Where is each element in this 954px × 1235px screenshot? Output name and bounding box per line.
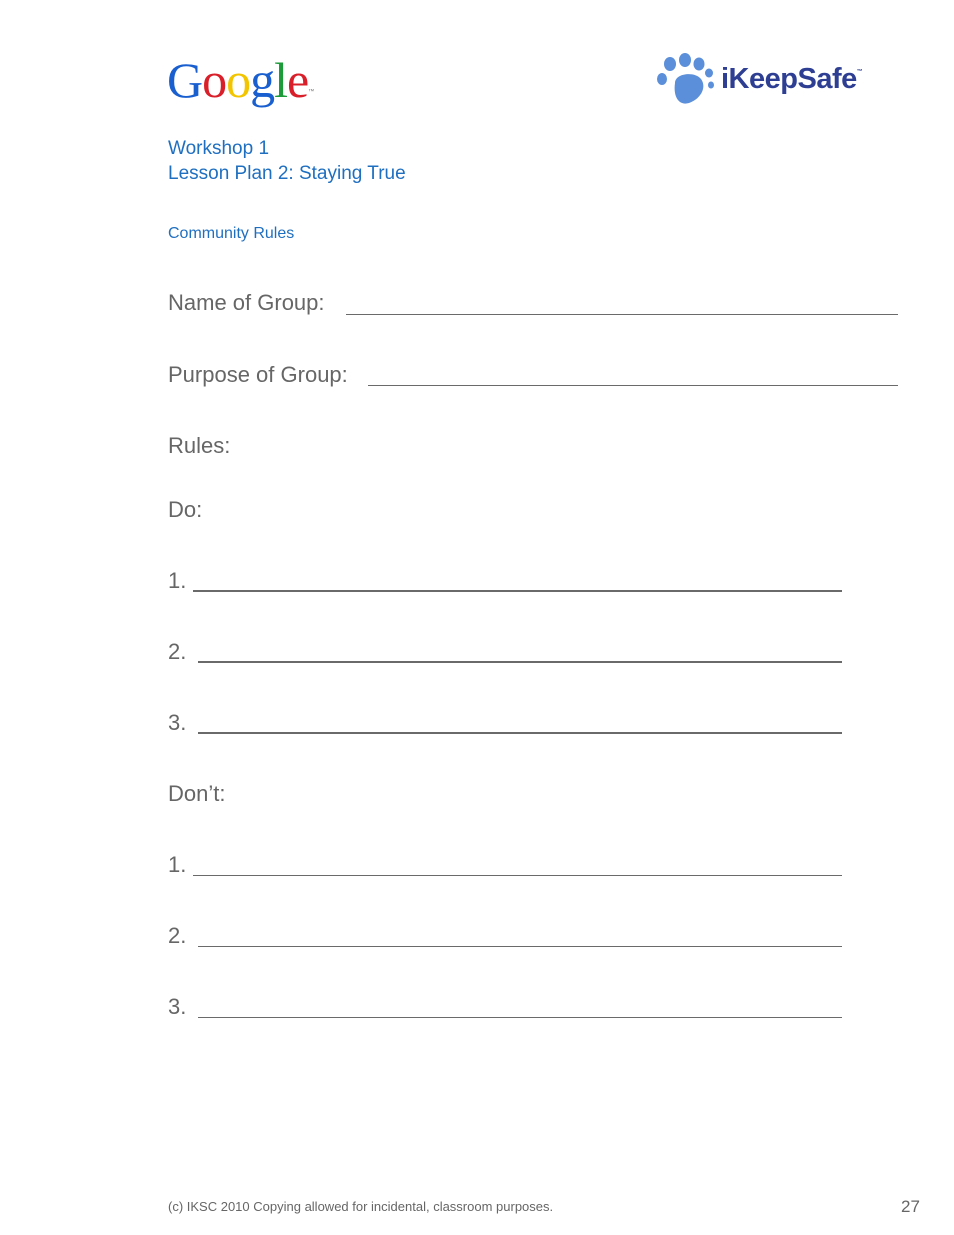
section-title: Community Rules: [168, 225, 295, 242]
copyright-notice: (c) IKSC 2010 Copying allowed for incide…: [168, 1199, 554, 1214]
trademark-mark: ™: [308, 89, 314, 95]
dont-item-number: 1.: [168, 852, 187, 877]
do-item-number: 1.: [168, 568, 187, 593]
paw-print-icon: [657, 53, 714, 104]
ikeepsafe-text: iKeepSafe: [721, 62, 857, 95]
do-label: Do:: [168, 497, 203, 522]
google-logo-letter: o: [226, 52, 251, 108]
google-logo-letter: G: [167, 52, 203, 108]
dont-item-1-field[interactable]: [193, 875, 842, 876]
workshop-title: Workshop 1: [168, 138, 270, 159]
google-logo-letter: o: [202, 52, 227, 108]
lesson-title: Lesson Plan 2: Staying True: [168, 163, 406, 184]
purpose-of-group-field[interactable]: [368, 385, 898, 386]
name-of-group-label: Name of Group:: [168, 290, 325, 315]
ikeepsafe-wordmark: iKeepSafe™: [721, 62, 863, 96]
do-item-number: 2.: [168, 639, 187, 664]
google-logo-letter: g: [250, 52, 275, 108]
do-item-2-field[interactable]: [198, 661, 842, 663]
ikeepsafe-logo: iKeepSafe™: [655, 53, 863, 105]
name-of-group-field[interactable]: [346, 314, 898, 315]
google-logo-letter: e: [287, 52, 309, 108]
dont-label: Don’t:: [168, 781, 226, 806]
dont-item-number: 3.: [168, 994, 187, 1019]
dont-item-number: 2.: [168, 923, 187, 948]
dont-item-2-field[interactable]: [198, 946, 842, 947]
do-item-1-field[interactable]: [193, 590, 842, 592]
do-item-3-field[interactable]: [198, 732, 842, 734]
google-logo-letter: l: [274, 52, 288, 108]
do-item-number: 3.: [168, 710, 187, 735]
purpose-of-group-label: Purpose of Group:: [168, 362, 348, 387]
rules-label: Rules:: [168, 433, 231, 458]
dont-item-3-field[interactable]: [198, 1017, 842, 1018]
trademark-mark: ™: [856, 68, 863, 75]
google-logo: Google™: [167, 50, 314, 110]
page-number: 27: [901, 1197, 920, 1216]
